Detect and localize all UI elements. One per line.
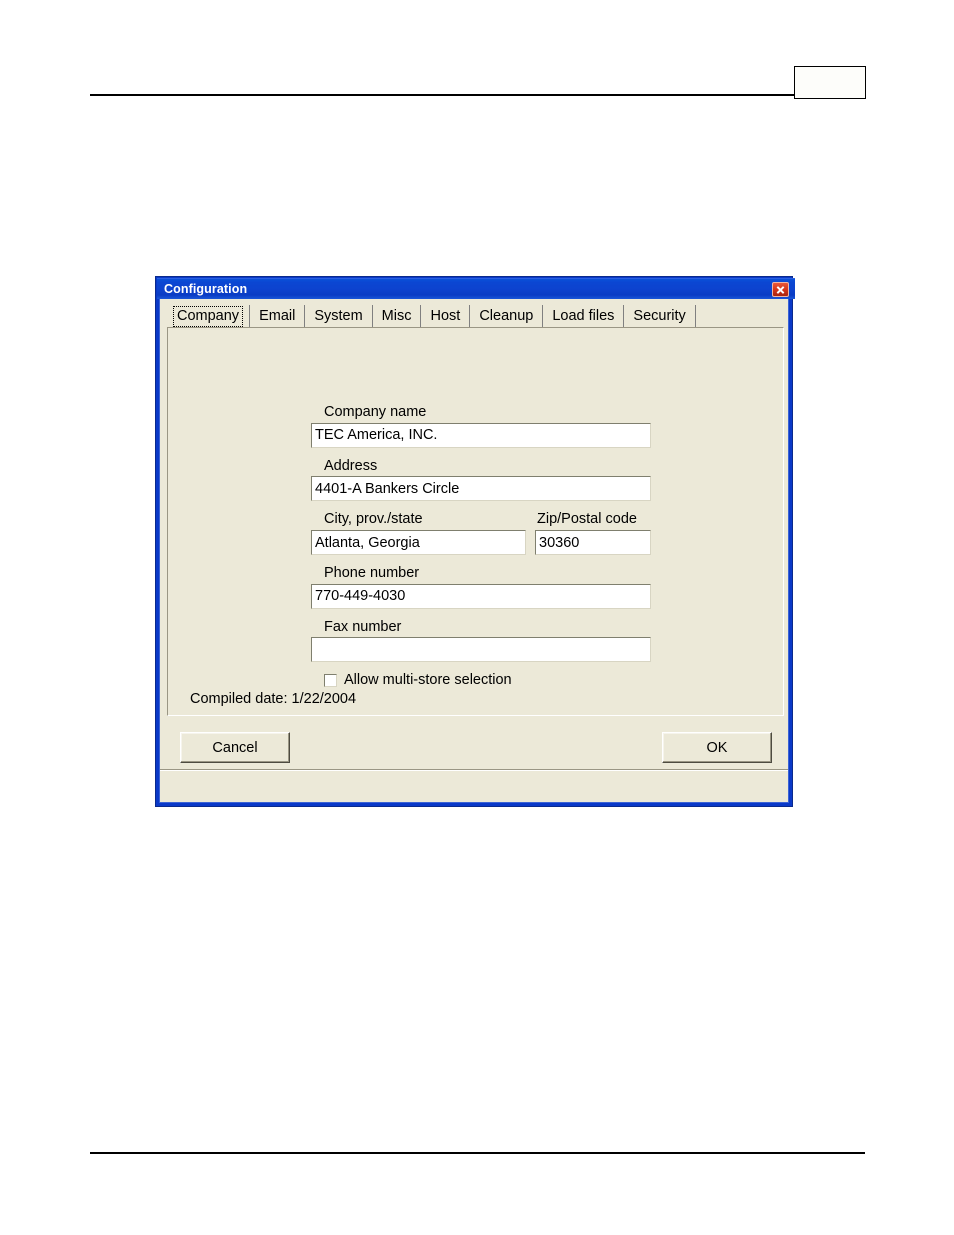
tab-misc[interactable]: Misc [372, 305, 422, 328]
page-number-box [794, 66, 866, 99]
city-input[interactable]: Atlanta, Georgia [311, 530, 526, 556]
multi-store-checkbox[interactable] [324, 673, 337, 687]
cancel-button[interactable]: Cancel [180, 732, 290, 763]
phone-input[interactable]: 770-449-4030 [311, 583, 651, 609]
tab-system-label: System [314, 308, 363, 325]
dialog-client-area: Company Email System Misc Host Cleanup L… [160, 299, 788, 802]
city-label: City, prov./state [324, 511, 423, 528]
dialog-button-bar: Cancel OK [167, 723, 784, 769]
address-input[interactable]: 4401-A Bankers Circle [311, 476, 651, 502]
tab-system[interactable]: System [305, 305, 373, 328]
configuration-dialog: Configuration Company Email System Misc … [155, 276, 795, 807]
city-zip-row: City, prov./state Atlanta, Georgia Zip/P… [311, 511, 651, 556]
tab-security-label: Security [633, 308, 686, 325]
zip-field-group: Zip/Postal code 30360 [535, 511, 651, 556]
fax-input[interactable] [311, 637, 651, 663]
tab-strip: Company Email System Misc Host Cleanup L… [167, 305, 696, 328]
fax-label: Fax number [324, 618, 402, 635]
company-name-field-group: Company name TEC America, INC. [311, 404, 651, 448]
tab-cleanup-label: Cleanup [479, 308, 534, 325]
company-tab-panel: Company name TEC America, INC. Address 4… [167, 327, 784, 716]
company-form: Company name TEC America, INC. Address 4… [311, 404, 651, 688]
tab-company-label: Company [172, 306, 244, 327]
dialog-inner-frame: Configuration Company Email System Misc … [157, 278, 795, 803]
company-name-label: Company name [324, 404, 427, 420]
tab-email-label: Email [259, 308, 296, 325]
fax-field-group: Fax number [311, 619, 651, 663]
zip-input[interactable]: 30360 [535, 530, 651, 556]
close-icon[interactable] [772, 281, 789, 297]
tab-host-label: Host [430, 308, 461, 325]
address-field-group: Address 4401-A Bankers Circle [311, 458, 651, 502]
address-label: Address [324, 457, 378, 474]
tab-host[interactable]: Host [421, 305, 471, 328]
tab-misc-label: Misc [381, 308, 412, 325]
tab-company[interactable]: Company [167, 305, 251, 328]
dialog-statusbar [160, 769, 788, 802]
zip-label: Zip/Postal code [537, 511, 637, 528]
tab-security[interactable]: Security [624, 305, 696, 328]
ok-button[interactable]: OK [662, 732, 772, 763]
dialog-titlebar[interactable]: Configuration [157, 278, 795, 299]
page-footer-rule [90, 1152, 865, 1154]
phone-label: Phone number [324, 565, 420, 582]
company-name-input[interactable]: TEC America, INC. [311, 422, 651, 448]
tab-load-files[interactable]: Load files [543, 305, 625, 328]
page-header-rule [90, 94, 795, 96]
tab-load-files-label: Load files [552, 308, 615, 325]
compiled-date-text: Compiled date: 1/22/2004 [190, 691, 357, 707]
tab-cleanup[interactable]: Cleanup [470, 305, 544, 328]
multi-store-checkbox-row[interactable]: Allow multi-store selection [324, 672, 651, 688]
dialog-title: Configuration [164, 281, 248, 296]
tab-email[interactable]: Email [250, 305, 306, 328]
multi-store-label: Allow multi-store selection [344, 672, 512, 689]
phone-field-group: Phone number 770-449-4030 [311, 565, 651, 609]
city-field-group: City, prov./state Atlanta, Georgia [311, 511, 526, 556]
